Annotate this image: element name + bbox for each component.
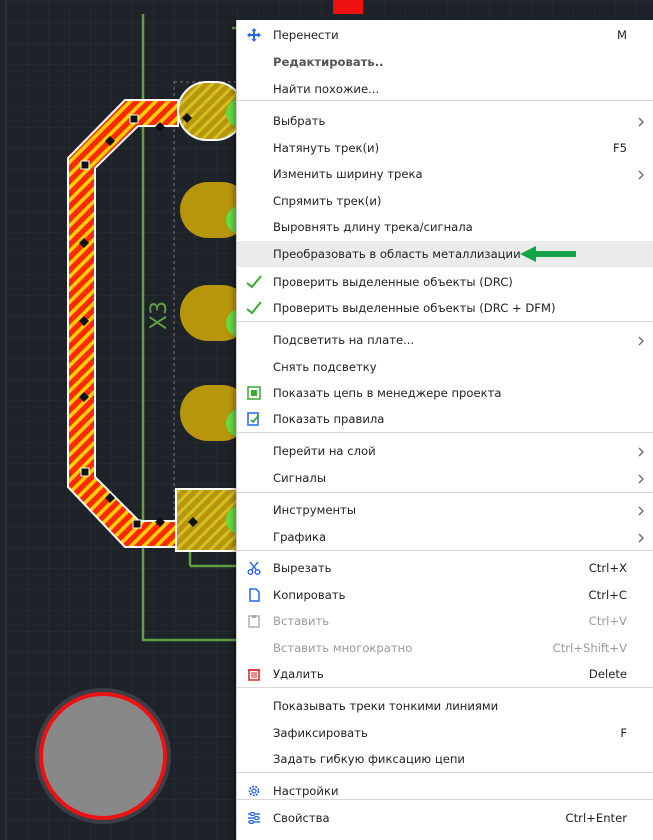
gear-icon [246, 783, 262, 799]
menu-item-5[interactable]: Изменить ширину трека [237, 161, 653, 187]
chevron-right-icon [637, 532, 645, 543]
project-manager-icon [246, 385, 262, 401]
menu-item-label: Сигналы [273, 471, 326, 485]
menu-item-label: Свойства [273, 811, 330, 825]
menu-item-shortcut: Ctrl+C [588, 588, 627, 602]
menu-item-label: Преобразовать в область металлизации [273, 247, 521, 261]
menu-separator [237, 100, 653, 101]
scissors-icon [246, 560, 262, 576]
menu-item-label: Показать цепь в менеджере проекта [273, 386, 502, 400]
menu-item-0[interactable]: Перенести M [237, 22, 653, 48]
menu-item-3[interactable]: Выбрать [237, 108, 653, 134]
menu-item-label: Перейти на слой [273, 444, 376, 458]
menu-item-22[interactable]: Вставить многократно Ctrl+Shift+V [237, 635, 653, 661]
chevron-right-icon [637, 335, 645, 346]
menu-item-label: Удалить [273, 667, 324, 681]
menu-item-label: Проверить выделенные объекты (DRC) [273, 275, 513, 289]
chevron-right-icon [637, 446, 645, 457]
menu-item-label: Выбрать [273, 114, 326, 128]
menu-item-11[interactable]: Подсветить на плате... [237, 327, 653, 353]
menu-item-17[interactable]: Инструменты [237, 497, 653, 523]
paste-icon [246, 613, 262, 629]
chevron-right-icon [637, 505, 645, 516]
menu-item-15[interactable]: Перейти на слой [237, 438, 653, 464]
menu-item-label: Редактировать.. [273, 55, 384, 69]
menu-item-label: Настройки [273, 784, 339, 798]
top-marker [333, 0, 363, 14]
chevron-right-icon [637, 169, 645, 180]
menu-item-label: Снять подсветку [273, 360, 377, 374]
menu-item-label: Перенести [273, 28, 339, 42]
menu-item-label: Инструменты [273, 503, 356, 517]
move-icon [246, 27, 262, 43]
chevron-right-icon [637, 116, 645, 127]
menu-item-7[interactable]: Выровнять длину трека/сигнала [237, 214, 653, 240]
menu-item-label: Показать правила [273, 412, 385, 426]
menu-item-16[interactable]: Сигналы [237, 465, 653, 491]
menu-item-label: Найти похожие... [273, 82, 380, 96]
menu-item-shortcut: M [616, 28, 627, 42]
menu-item-label: Изменить ширину трека [273, 167, 423, 181]
menu-item-25[interactable]: Зафиксировать F [237, 720, 653, 746]
menu-item-label: Натянуть трек(и) [273, 141, 380, 155]
menu-item-2[interactable]: Найти похожие... [237, 76, 653, 102]
menu-item-label: Спрямить трек(и) [273, 194, 382, 208]
menu-separator [237, 687, 653, 688]
menu-item-label: Зафиксировать [273, 726, 368, 740]
menu-separator [237, 321, 653, 322]
menu-item-28[interactable]: Свойства Ctrl+Enter [237, 805, 653, 831]
menu-item-14[interactable]: Показать правила [237, 406, 653, 432]
copy-icon [246, 587, 262, 603]
properties-icon [246, 810, 262, 826]
menu-separator [237, 799, 653, 800]
menu-item-shortcut: Ctrl+Enter [565, 811, 627, 825]
menu-item-label: Проверить выделенные объекты (DRC + DFM) [273, 301, 556, 315]
menu-item-6[interactable]: Спрямить трек(и) [237, 188, 653, 214]
menu-item-23[interactable]: Удалить Delete [237, 661, 653, 687]
menu-item-24[interactable]: Показывать треки тонкими линиями [237, 693, 653, 719]
chevron-right-icon [637, 473, 645, 484]
context-menu: Перенести M Редактировать.. Найти похожие..… [236, 20, 653, 840]
menu-separator [237, 432, 653, 433]
menu-item-1[interactable]: Редактировать.. [237, 49, 653, 75]
checkmark-icon [246, 274, 262, 290]
menu-item-13[interactable]: Показать цепь в менеджере проекта [237, 380, 653, 406]
trash-icon [246, 666, 262, 682]
menu-item-4[interactable]: Натянуть трек(и) F5 [237, 135, 653, 161]
menu-item-shortcut: Delete [588, 667, 627, 681]
menu-separator [237, 492, 653, 493]
rules-icon [246, 411, 262, 427]
menu-item-21[interactable]: Вставить Ctrl+V [237, 608, 653, 634]
menu-item-label: Показывать треки тонкими линиями [273, 699, 499, 713]
menu-item-label: Копировать [273, 588, 346, 602]
menu-item-26[interactable]: Задать гибкую фиксацию цепи [237, 746, 653, 772]
menu-separator [237, 772, 653, 773]
round-pad-button[interactable] [35, 688, 171, 824]
menu-item-label: Задать гибкую фиксацию цепи [273, 752, 465, 766]
menu-item-12[interactable]: Снять подсветку [237, 354, 653, 380]
menu-item-shortcut: Ctrl+X [588, 561, 627, 575]
designator-label: X3 [147, 301, 172, 330]
menu-item-label: Подсветить на плате... [273, 333, 415, 347]
menu-item-label: Вставить многократно [273, 641, 413, 655]
menu-item-shortcut: Ctrl+Shift+V [552, 641, 627, 655]
menu-item-20[interactable]: Копировать Ctrl+C [237, 582, 653, 608]
menu-item-10[interactable]: Проверить выделенные объекты (DRC + DFM) [237, 295, 653, 321]
menu-separator [237, 550, 653, 551]
menu-item-label: Вырезать [273, 561, 332, 575]
menu-item-27[interactable]: Настройки [237, 778, 653, 804]
menu-item-8[interactable]: Преобразовать в область металлизации [237, 241, 653, 267]
menu-item-label: Графика [273, 530, 327, 544]
menu-item-label: Вставить [273, 614, 330, 628]
menu-item-18[interactable]: Графика [237, 524, 653, 550]
menu-item-shortcut: Ctrl+V [588, 614, 627, 628]
menu-item-19[interactable]: Вырезать Ctrl+X [237, 555, 653, 581]
menu-item-shortcut: F [620, 726, 627, 740]
menu-item-shortcut: F5 [612, 141, 627, 155]
checkmark-icon [246, 300, 262, 316]
green-arrow-icon [520, 246, 576, 262]
menu-item-label: Выровнять длину трека/сигнала [273, 220, 473, 234]
menu-item-9[interactable]: Проверить выделенные объекты (DRC) [237, 269, 653, 295]
